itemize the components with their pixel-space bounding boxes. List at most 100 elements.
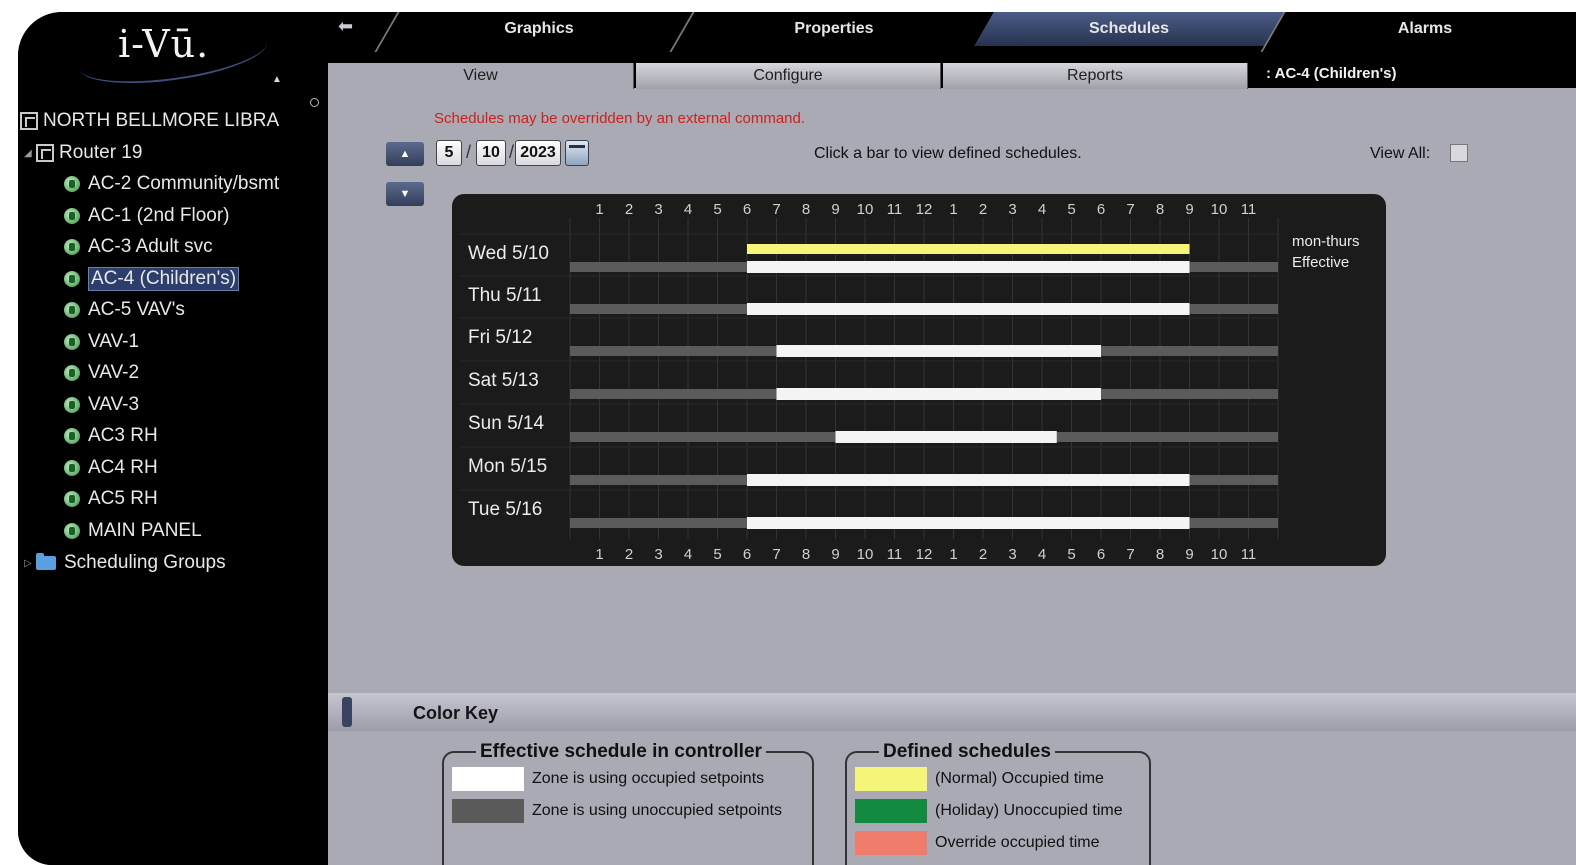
subtab-reports[interactable]: Reports [943,63,1248,89]
date-separator: / [466,142,472,162]
defined-key-box: Defined schedules (Normal) Occupied time… [845,741,1151,865]
occupied-bar[interactable] [747,303,1190,315]
view-all-label: View All: [1370,145,1431,162]
occupied-bar[interactable] [747,261,1190,273]
expand-down-icon[interactable]: ◢ [24,148,36,159]
tree-item[interactable]: VAV-3 [64,392,139,418]
hour-tick-label: 10 [857,201,874,218]
tree-item[interactable]: AC-4 (Children's) [64,266,240,292]
next-week-button[interactable]: ▼ [386,182,424,206]
occupied-bar[interactable] [835,431,1057,443]
hour-tick-label: 5 [1067,201,1075,218]
color-key-title: Color Key [413,703,499,723]
hour-tick-label: 6 [1097,546,1105,563]
hour-tick-label: 1 [595,201,603,218]
key-label: Zone is using unoccupied setpoints [532,802,782,819]
day-field[interactable]: 10 [476,140,506,166]
hour-tick-label: 3 [654,546,662,563]
view-all-checkbox[interactable] [1450,144,1468,162]
occupied-bar[interactable] [776,345,1102,357]
tab-graphics-label: Graphics [504,20,574,37]
tree-root-label: NORTH BELLMORE LIBRA [43,110,280,131]
tree-item-label: AC3 RH [88,425,158,446]
tree-item-label: AC-2 Community/bsmt [88,173,280,194]
tab-alarms-label: Alarms [1397,20,1453,37]
tree-router[interactable]: ◢ Router 19 [24,140,142,166]
hour-tick-label: 9 [831,546,839,563]
tree-item[interactable]: AC5 RH [64,486,158,512]
subtab-view[interactable]: View [328,63,634,89]
hour-tick-label: 7 [772,201,780,218]
key-row: (Normal) Occupied time [855,763,1141,795]
tree-item[interactable]: AC-1 (2nd Floor) [64,203,230,229]
key-row: Zone is using occupied setpoints [452,763,804,795]
hour-tick-label: 5 [713,201,721,218]
hour-tick-label: 6 [743,546,751,563]
hour-tick-label: 2 [979,201,987,218]
panel-splitter[interactable] [310,12,328,865]
tab-graphics[interactable]: Graphics [374,12,684,52]
occupied-bar[interactable] [776,388,1102,400]
tab-properties[interactable]: Properties [669,12,979,52]
hour-tick-label: 3 [654,201,662,218]
hour-tick-label: 8 [802,546,810,563]
hour-tick-label: 8 [1156,201,1164,218]
hour-tick-label: 4 [1038,201,1046,218]
prev-week-button[interactable]: ▲ [386,142,424,166]
tab-alarms[interactable]: Alarms [1260,12,1570,52]
splitter-knob-icon[interactable] [310,98,319,107]
hour-tick-label: 11 [887,201,903,218]
schedule-svg[interactable]: 1122334455667788991010111112121122334455… [452,194,1386,566]
tree-item-label: VAV-3 [88,393,140,415]
tree-item[interactable]: MAIN PANEL [64,518,202,544]
hour-tick-label: 10 [857,546,874,563]
controller-icon [64,239,80,255]
calendar-icon[interactable] [565,140,589,166]
caret-up-icon[interactable]: ▲ [272,74,282,85]
tree-item[interactable]: AC4 RH [64,455,158,481]
tree-root[interactable]: NORTH BELLMORE LIBRA [20,108,279,134]
key-row: Override occupied time [855,827,1141,859]
collapse-grip-icon[interactable] [342,697,352,727]
key-row: Zone is using unoccupied setpoints [452,795,804,827]
hour-tick-label: 7 [1126,546,1134,563]
controller-icon [64,365,80,381]
tree-item[interactable]: AC-5 VAV's [64,297,185,323]
logo: i-Vū. ▲ [18,12,313,93]
schedule-chart[interactable]: 1 1 2 2 3 3 4 4 5 5 6 6 7 7 8 8 9 9 10 10 11 11 12 12 1 1 2 2 3 3 4 4 5 5… [452,194,1386,566]
tab-schedules[interactable]: Schedules [974,12,1284,46]
tab-separator [374,12,400,52]
tree-item[interactable]: AC-2 Community/bsmt [64,171,279,197]
occupied-bar[interactable] [747,517,1190,529]
unoccupied-swatch [452,799,524,823]
expand-right-icon[interactable]: ▷ [24,558,36,569]
subtab-configure[interactable]: Configure [636,63,941,89]
tree-item-label: AC4 RH [88,456,158,478]
tree-item[interactable]: VAV-2 [64,360,139,386]
controller-icon [64,302,80,318]
controller-icon [64,207,80,224]
day-label: Thu 5/11 [468,285,542,306]
tab-schedules-label: Schedules [1088,20,1170,37]
tree-item[interactable]: AC-3 Adult svc [64,234,213,260]
hour-tick-label: 2 [979,546,987,563]
tree-item-label: VAV-2 [88,362,140,383]
tree-item[interactable]: AC3 RH [64,423,158,449]
back-arrow-icon[interactable]: ⬅ [338,16,364,38]
occupied-bar[interactable] [747,474,1190,486]
breadcrumb: : AC-4 (Children's) [1266,65,1397,82]
month-field[interactable]: 5 [436,140,462,166]
controller-icon [64,270,80,287]
hour-tick-label: 5 [713,546,721,563]
year-field[interactable]: 2023 [515,140,561,166]
controller-icon [64,176,80,192]
day-label: Sun 5/14 [468,413,544,434]
key-row: (Holiday) Unoccupied time [855,795,1141,827]
date-separator: / [509,142,515,162]
tree-scheduling-groups[interactable]: ▷ Scheduling Groups [24,550,226,576]
hour-tick-label: 1 [949,546,957,563]
controller-icon [64,396,80,413]
tree-router-label: Router 19 [59,142,143,163]
normal-schedule-bar[interactable] [747,244,1190,254]
tree-item[interactable]: VAV-1 [64,329,139,355]
